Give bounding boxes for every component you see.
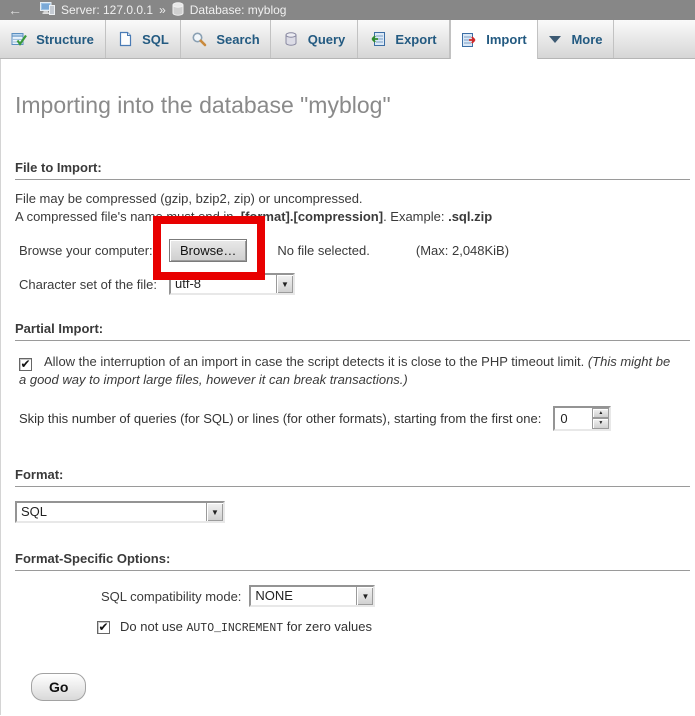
skip-queries-value[interactable]: 0 [555, 408, 592, 429]
skip-queries-row: Skip this number of queries (for SQL) or… [19, 405, 695, 431]
section-heading-partial-import: Partial Import: [15, 321, 690, 341]
combo-arrow-icon[interactable]: ▼ [276, 275, 293, 293]
autoinc-keyword: AUTO_INCREMENT [187, 622, 284, 635]
max-size-text: (Max: 2,048KiB) [416, 243, 509, 258]
tab-export[interactable]: Export [358, 20, 450, 58]
autoinc-post: for zero values [283, 619, 372, 634]
hint-text: A compressed file's name must end in [15, 209, 237, 224]
tab-structure[interactable]: Structure [0, 20, 106, 58]
tab-import[interactable]: Import [450, 20, 538, 59]
database-icon [172, 2, 184, 19]
interrupt-text: Allow the interruption of an import in c… [44, 354, 588, 369]
section-heading-format: Format: [15, 467, 690, 487]
structure-icon [11, 31, 27, 47]
tab-label: SQL [142, 32, 169, 47]
tab-label: More [571, 32, 602, 47]
breadcrumb-separator: » [159, 3, 166, 17]
sql-compatibility-select[interactable]: NONE ▼ [249, 585, 375, 607]
combo-arrow-icon[interactable]: ▼ [356, 587, 373, 605]
tab-label: Structure [36, 32, 94, 47]
stepper-up-icon[interactable]: ▲ [592, 408, 609, 419]
skip-queries-label: Skip this number of queries (for SQL) or… [19, 411, 541, 426]
sql-compatibility-value: NONE [251, 587, 356, 605]
page-title: Importing into the database "myblog" [15, 59, 695, 118]
back-arrow-icon[interactable]: ← [8, 2, 22, 18]
hint-text: . Example: [383, 209, 448, 224]
tab-sql[interactable]: SQL [106, 20, 181, 58]
auto-increment-checkbox[interactable]: ✔ [97, 621, 110, 634]
sql-icon [117, 31, 133, 47]
tab-search[interactable]: Search [181, 20, 271, 58]
server-icon [40, 2, 55, 18]
auto-increment-text: Do not use AUTO_INCREMENT for zero value… [120, 619, 372, 635]
no-file-selected-text: No file selected. [277, 243, 370, 258]
tab-label: Search [216, 32, 259, 47]
query-icon [283, 31, 299, 47]
tab-label: Import [486, 32, 526, 47]
charset-selected-value: utf-8 [171, 275, 276, 293]
go-button[interactable]: Go [31, 673, 86, 701]
sql-compatibility-row: SQL compatibility mode: NONE ▼ [101, 585, 695, 607]
browse-label: Browse your computer: [19, 243, 169, 258]
skip-queries-stepper[interactable]: 0 ▲ ▼ [553, 406, 611, 431]
format-selected-value: SQL [17, 503, 206, 521]
stepper-down-icon[interactable]: ▼ [592, 418, 609, 429]
hint-example: .sql.zip [448, 209, 492, 224]
hint-format-pattern: .[format].[compression] [237, 209, 383, 224]
compression-hint-line2: A compressed file's name must end in .[f… [15, 208, 681, 225]
export-icon [370, 31, 386, 47]
format-select[interactable]: SQL ▼ [15, 501, 225, 523]
interrupt-checkbox[interactable]: ✔ [19, 358, 32, 371]
partial-import-option: ✔ Allow the interruption of an import in … [19, 353, 679, 389]
auto-increment-row: ✔ Do not use AUTO_INCREMENT for zero val… [97, 619, 695, 635]
tab-more[interactable]: More [538, 20, 614, 58]
breadcrumb-database[interactable]: Database: myblog [190, 3, 287, 17]
browse-button[interactable]: Browse… [169, 239, 247, 262]
compression-hint-line1: File may be compressed (gzip, bzip2, zip… [15, 190, 681, 207]
tab-label: Export [395, 32, 436, 47]
tab-query[interactable]: Query [271, 20, 358, 58]
import-icon [461, 32, 477, 48]
browse-row: Browse your computer: Browse… No file se… [19, 237, 695, 263]
section-heading-format-specific-options: Format-Specific Options: [15, 551, 690, 571]
import-page: Importing into the database "myblog" Fil… [0, 59, 695, 715]
charset-label: Character set of the file: [19, 277, 169, 292]
breadcrumb-bar: ← Server: 127.0.0.1 » Database: myblog [0, 0, 695, 20]
charset-row: Character set of the file: utf-8 ▼ [19, 273, 695, 295]
tab-bar: Structure SQL Search Query [0, 20, 695, 59]
charset-select[interactable]: utf-8 ▼ [169, 273, 295, 295]
autoinc-pre: Do not use [120, 619, 187, 634]
combo-arrow-icon[interactable]: ▼ [206, 503, 223, 521]
section-heading-file-to-import: File to Import: [15, 160, 690, 180]
tab-label: Query [308, 32, 346, 47]
chevron-down-icon [548, 35, 562, 44]
sql-compatibility-label: SQL compatibility mode: [101, 589, 241, 604]
search-icon [191, 31, 207, 47]
breadcrumb-server[interactable]: Server: 127.0.0.1 [61, 3, 153, 17]
